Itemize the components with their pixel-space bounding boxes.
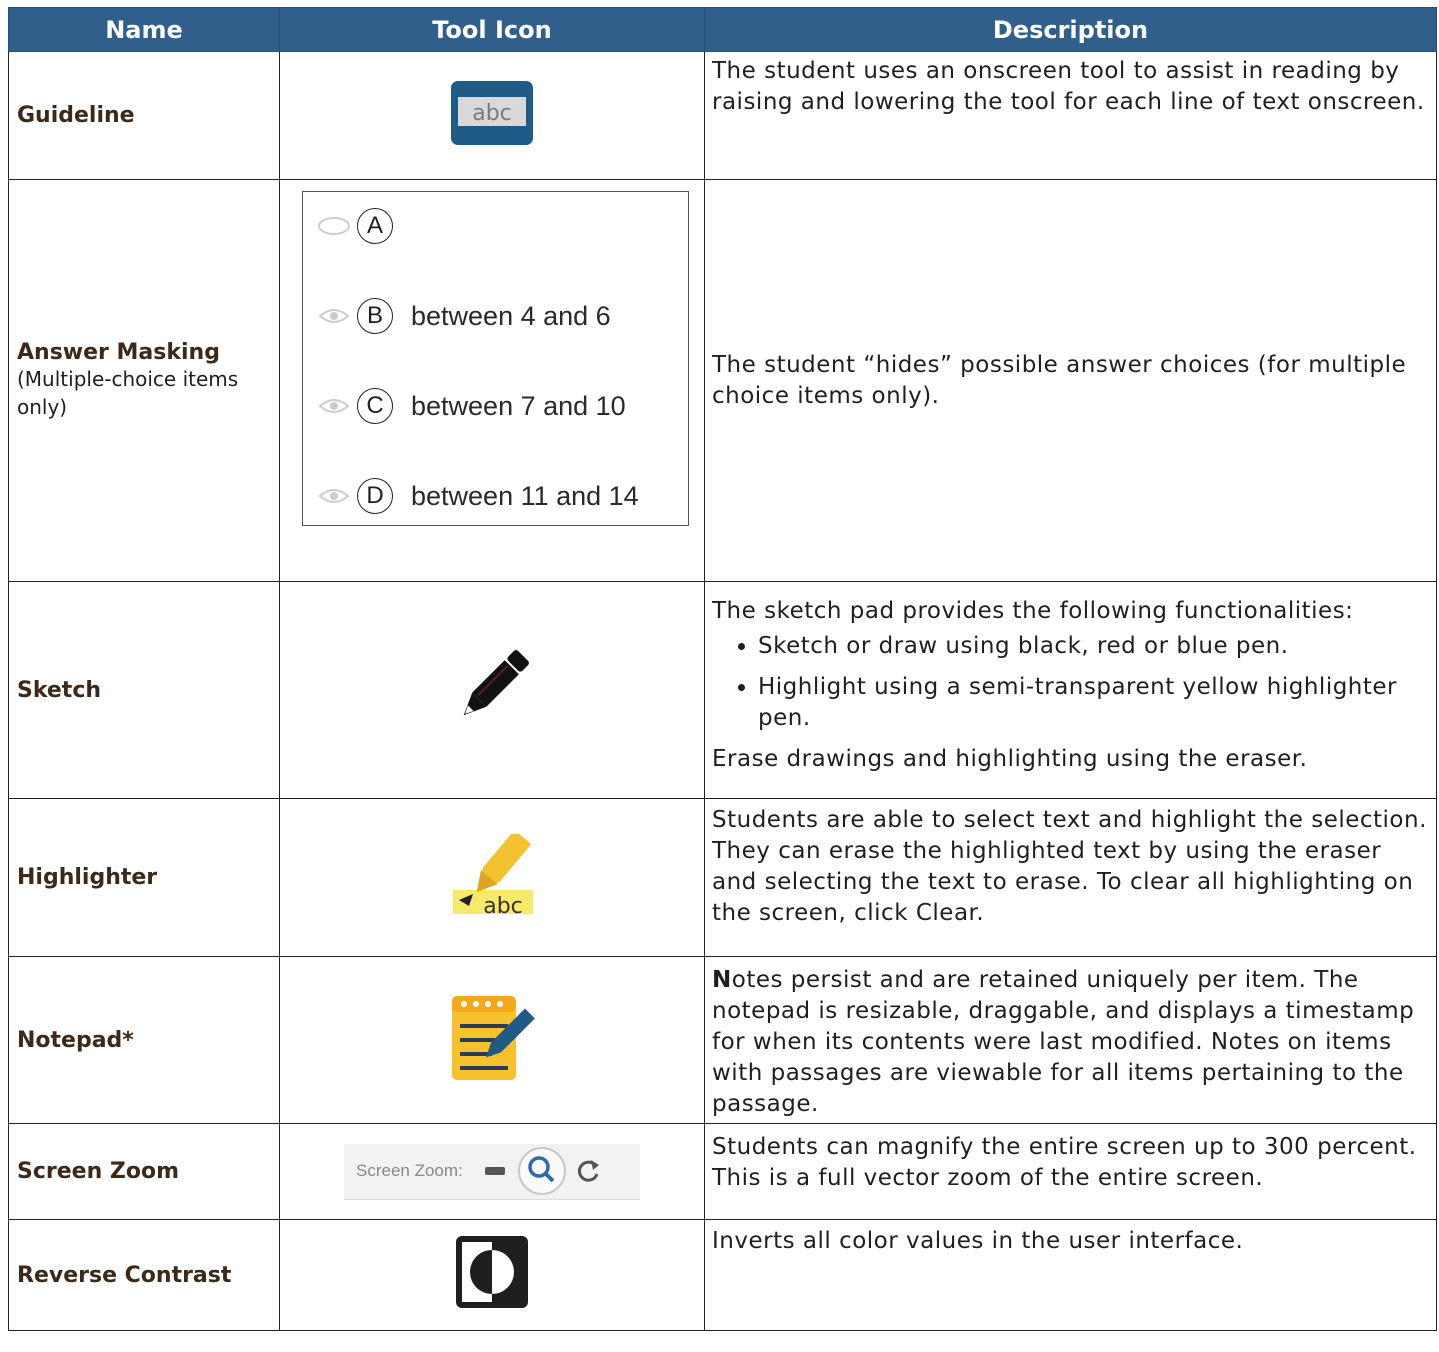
option-letter-circle[interactable]: C [357,388,393,424]
description-cell: Students can magnify the entire screen u… [704,1123,1437,1220]
description-intro: The sketch pad provides the following fu… [712,598,1354,624]
notepad-icon [452,996,535,1080]
name-cell: Reverse Contrast [8,1219,280,1331]
header-description: Description [704,7,1437,52]
guideline-icon-text: abc [472,101,512,126]
zoom-in-icon[interactable] [517,1146,567,1196]
tool-subtitle: (Multiple-choice items only) [17,367,239,419]
reverse-contrast-icon [456,1236,528,1308]
feature-list: Sketch or draw using black, red or blue … [712,631,1430,734]
answer-option: C between 7 and 10 [317,388,626,424]
option-text: between 11 and 14 [411,480,639,511]
description-text: otes persist and are retained uniquely p… [712,967,1415,1117]
option-text: between 7 and 10 [411,390,626,421]
name-cell: Guideline [8,51,280,180]
table-row: Screen Zoom Screen Zoom: Students can ma… [8,1123,1437,1220]
table-row: Guideline abc The student uses an onscre… [8,51,1437,180]
description-dropcap: N [712,967,732,993]
option-letter-circle[interactable]: A [357,208,393,244]
eye-icon[interactable] [317,215,351,237]
name-cell: Answer Masking (Multiple-choice items on… [8,179,280,582]
answer-option: A [317,208,393,244]
description-cell: The student uses an onscreen tool to ass… [704,51,1437,180]
description-cell: Inverts all color values in the user int… [704,1219,1437,1331]
zoom-out-icon[interactable] [484,1167,505,1175]
table-row: Notepad* Notes persist and are retained … [8,956,1437,1124]
tools-table: Name Tool Icon Description Guideline abc… [8,7,1437,1331]
list-item: Sketch or draw using black, red or blue … [758,631,1430,662]
tool-name: Answer Masking [17,340,220,365]
highlighter-icon: abc [453,830,533,919]
guideline-icon: abc [451,80,533,145]
table-row: Reverse Contrast Inverts all color value… [8,1219,1437,1331]
list-item: Highlight using a semi-transparent yello… [758,672,1430,734]
name-cell: Sketch [8,581,280,799]
header-tool-icon: Tool Icon [279,7,705,52]
header-row: Name Tool Icon Description [8,7,1437,52]
header-name: Name [8,7,280,52]
answer-option: D between 11 and 14 [317,478,639,514]
option-letter-circle[interactable]: B [357,298,393,334]
icon-cell: A B between 4 and 6 C between 7 and 10 D… [279,179,705,582]
tool-name: Screen Zoom [17,1159,180,1184]
description-cell: Students are able to select text and hig… [704,798,1437,957]
tool-name: Sketch [17,677,102,703]
description-outro: Erase drawings and highlighting using th… [712,746,1308,772]
name-cell: Highlighter [8,798,280,957]
tool-name: Reverse Contrast [17,1262,232,1288]
highlighter-icon-text: abc [483,894,523,916]
screen-zoom-label: Screen Zoom: [356,1161,463,1180]
icon-cell: abc [279,51,705,180]
option-letter-circle[interactable]: D [357,478,393,514]
eye-icon[interactable] [317,485,351,507]
icon-cell: Screen Zoom: [279,1123,705,1220]
pencil-icon [463,650,529,716]
tool-name: Guideline [17,103,135,128]
description-cell: The sketch pad provides the following fu… [704,581,1437,799]
answer-masking-panel: A B between 4 and 6 C between 7 and 10 D… [302,191,689,526]
name-cell: Screen Zoom [8,1123,280,1220]
option-text: between 4 and 6 [411,300,611,331]
name-cell: Notepad* [8,956,280,1124]
eye-icon[interactable] [317,305,351,327]
eye-icon[interactable] [317,395,351,417]
icon-cell [279,581,705,799]
table-row: Answer Masking (Multiple-choice items on… [8,179,1437,582]
description-cell: Notes persist and are retained uniquely … [704,956,1437,1124]
table-row: Sketch The sketch pad provides the follo… [8,581,1437,799]
screen-zoom-toolbar: Screen Zoom: [344,1143,640,1200]
tool-name: Highlighter [17,865,158,890]
answer-option: B between 4 and 6 [317,298,611,334]
icon-cell [279,956,705,1124]
icon-cell [279,1219,705,1331]
tool-name: Notepad* [17,1027,134,1053]
table-row: Highlighter abc Students are able to sel… [8,798,1437,957]
icon-cell: abc [279,798,705,957]
description-cell: The student “hides” possible answer choi… [704,179,1437,582]
reset-zoom-icon[interactable] [573,1156,603,1186]
